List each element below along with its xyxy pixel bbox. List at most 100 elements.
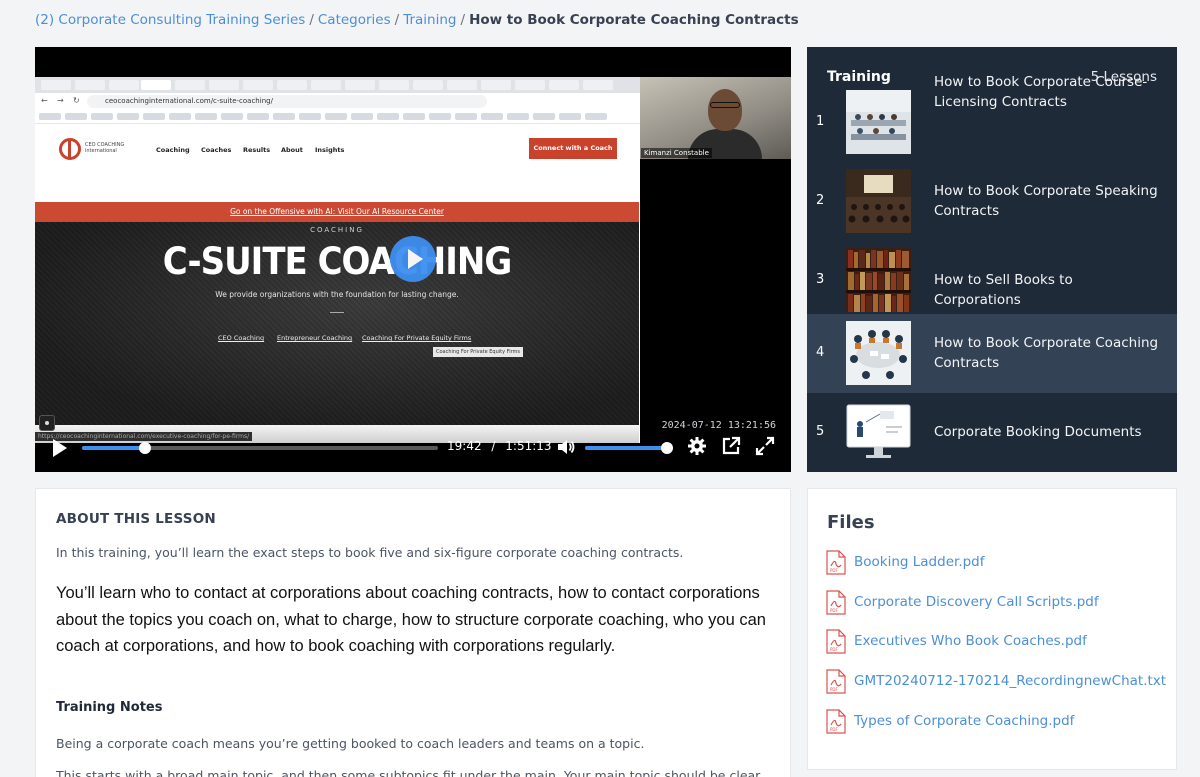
play-icon[interactable]	[53, 439, 67, 457]
bookmark-item	[169, 113, 191, 120]
file-item[interactable]: PDF GMT20240712-170214_RecordingnewChat.…	[826, 669, 1171, 695]
reload-icon: ↻	[73, 96, 80, 105]
browser-url-field: ceocoachinginternational.com/c-suite-coa…	[87, 95, 487, 108]
video-frame-browser: ← → ↻ ceocoachinginternational.com/c-sui…	[35, 77, 640, 443]
training-notes-paragraph: Being a corporate coach means you’re get…	[56, 736, 645, 751]
browser-tab	[41, 80, 71, 90]
file-link[interactable]: GMT20240712-170214_RecordingnewChat.txt	[854, 673, 1166, 689]
breadcrumb-current: How to Book Corporate Coaching Contracts	[469, 12, 799, 28]
playlist-lesson-2[interactable]: 2 How to Book Corporate Speaking Contrac…	[807, 162, 1177, 241]
breadcrumb-link-training[interactable]: Training	[403, 12, 456, 28]
bookmark-item	[143, 113, 165, 120]
file-item[interactable]: PDF Types of Corporate Coaching.pdf	[826, 709, 1171, 735]
video-player[interactable]: ← → ↻ ceocoachinginternational.com/c-sui…	[35, 47, 791, 472]
current-time: 19:42	[447, 439, 482, 453]
bookmark-item	[273, 113, 295, 120]
webcam-overlay: Kimanzi Constable	[640, 77, 791, 159]
about-intro: In this training, you’ll learn the exact…	[56, 545, 684, 560]
file-item[interactable]: PDF Executives Who Book Coaches.pdf	[826, 629, 1171, 655]
meeting-thumbnail	[846, 321, 911, 385]
bookmark-item	[351, 113, 373, 120]
progress-fill	[82, 446, 145, 450]
browser-tab-bar	[35, 77, 640, 93]
bookmark-item	[559, 113, 581, 120]
recording-timestamp: 2024-07-12 13:21:56	[661, 420, 776, 431]
browser-tab	[515, 80, 545, 90]
hero-link-entrepreneur-coaching: Entrepreneur Coaching	[277, 334, 353, 342]
file-link[interactable]: Types of Corporate Coaching.pdf	[854, 713, 1074, 729]
playlist-lesson-4[interactable]: 4 How to Book Corporate Coaching Contrac…	[807, 314, 1177, 393]
record-indicator-icon	[39, 415, 55, 431]
volume-knob[interactable]	[661, 442, 673, 454]
bookmark-item	[507, 113, 529, 120]
volume-fill	[585, 446, 667, 450]
back-arrow-icon: ←	[41, 96, 48, 105]
webcam-name-label: Kimanzi Constable	[641, 148, 712, 158]
browser-tab	[481, 80, 511, 90]
svg-text:PDF: PDF	[830, 647, 838, 652]
lesson-title: How to Sell Books to Corporations	[934, 272, 1073, 308]
hero-link-ceo-coaching: CEO Coaching	[218, 334, 265, 342]
progress-knob[interactable]	[139, 442, 151, 454]
bookmark-item	[377, 113, 399, 120]
bookmark-item	[325, 113, 347, 120]
volume-icon[interactable]	[556, 437, 576, 457]
playlist-lesson-5[interactable]: 5 Corporate Booking Documents	[807, 393, 1177, 472]
big-play-button[interactable]	[390, 236, 436, 282]
file-link[interactable]: Executives Who Book Coaches.pdf	[854, 633, 1087, 649]
progress-bar[interactable]	[82, 442, 438, 454]
svg-text:PDF: PDF	[830, 687, 838, 692]
breadcrumb-separator: /	[460, 12, 466, 28]
presenter-head	[708, 89, 742, 131]
training-notes-heading: Training Notes	[56, 700, 163, 715]
monitor-thumbnail	[846, 400, 911, 464]
bookmark-item	[117, 113, 139, 120]
hero-link-private-equity: Coaching For Private Equity Firms	[362, 334, 472, 342]
browser-tab	[209, 80, 239, 90]
hero-headline: C-SUITE COACHING	[162, 240, 513, 284]
site-header: CEO COACHING international Coaching Coac…	[35, 124, 640, 172]
file-link[interactable]: Corporate Discovery Call Scripts.pdf	[854, 594, 1099, 610]
auditorium-thumbnail	[846, 169, 911, 233]
gear-icon[interactable]	[687, 436, 707, 456]
site-nav-coaches: Coaches	[201, 146, 232, 154]
breadcrumb-link-categories[interactable]: Categories	[318, 12, 391, 28]
time-separator: /	[491, 439, 496, 453]
file-item[interactable]: PDF Booking Ladder.pdf	[826, 550, 1171, 576]
lesson-number: 3	[816, 272, 825, 287]
svg-text:PDF: PDF	[830, 608, 838, 613]
bookmark-item	[403, 113, 425, 120]
site-nav-results: Results	[243, 146, 271, 154]
hero-section: COACHING C-SUITE COACHING We provide org…	[35, 222, 639, 425]
hero-eyebrow: COACHING	[310, 226, 364, 234]
volume-slider[interactable]	[585, 442, 673, 454]
lesson-title: Corporate Booking Documents	[934, 424, 1142, 440]
site-nav-coaching: Coaching	[156, 146, 190, 154]
browser-tab	[447, 80, 477, 90]
video-controls: 19:42 / 1:51:13	[35, 433, 791, 472]
hero-divider	[330, 312, 344, 313]
bookmark-item	[39, 113, 61, 120]
pdf-file-icon: PDF	[826, 669, 846, 694]
site-nav-insights: Insights	[315, 146, 345, 154]
external-link-icon[interactable]	[721, 436, 741, 456]
pdf-file-icon: PDF	[826, 629, 846, 654]
bookmark-item	[221, 113, 243, 120]
breadcrumb-link-series[interactable]: (2) Corporate Consulting Training Series	[35, 12, 305, 28]
fullscreen-icon[interactable]	[755, 436, 775, 456]
classroom-thumbnail	[846, 90, 911, 154]
browser-tab	[243, 80, 273, 90]
bookmark-item	[195, 113, 217, 120]
playlist-lesson-1[interactable]: 1 How to Book Corporate Course-Licensing…	[807, 74, 1177, 162]
files-card: Files PDF Booking Ladder.pdf PDF Corpora…	[807, 488, 1177, 770]
browser-tab	[345, 80, 375, 90]
browser-tab-active	[141, 80, 171, 90]
playlist-lesson-3[interactable]: 3 How to Sell Books to Corporations	[807, 241, 1177, 320]
lesson-title: How to Book Corporate Coaching Contracts	[934, 335, 1159, 371]
presenter-glasses	[710, 102, 740, 108]
bookmark-item	[91, 113, 113, 120]
file-link[interactable]: Booking Ladder.pdf	[854, 554, 985, 570]
connect-with-coach-button: Connect with a Coach	[529, 138, 617, 159]
browser-tab	[583, 80, 613, 90]
file-item[interactable]: PDF Corporate Discovery Call Scripts.pdf	[826, 590, 1171, 616]
